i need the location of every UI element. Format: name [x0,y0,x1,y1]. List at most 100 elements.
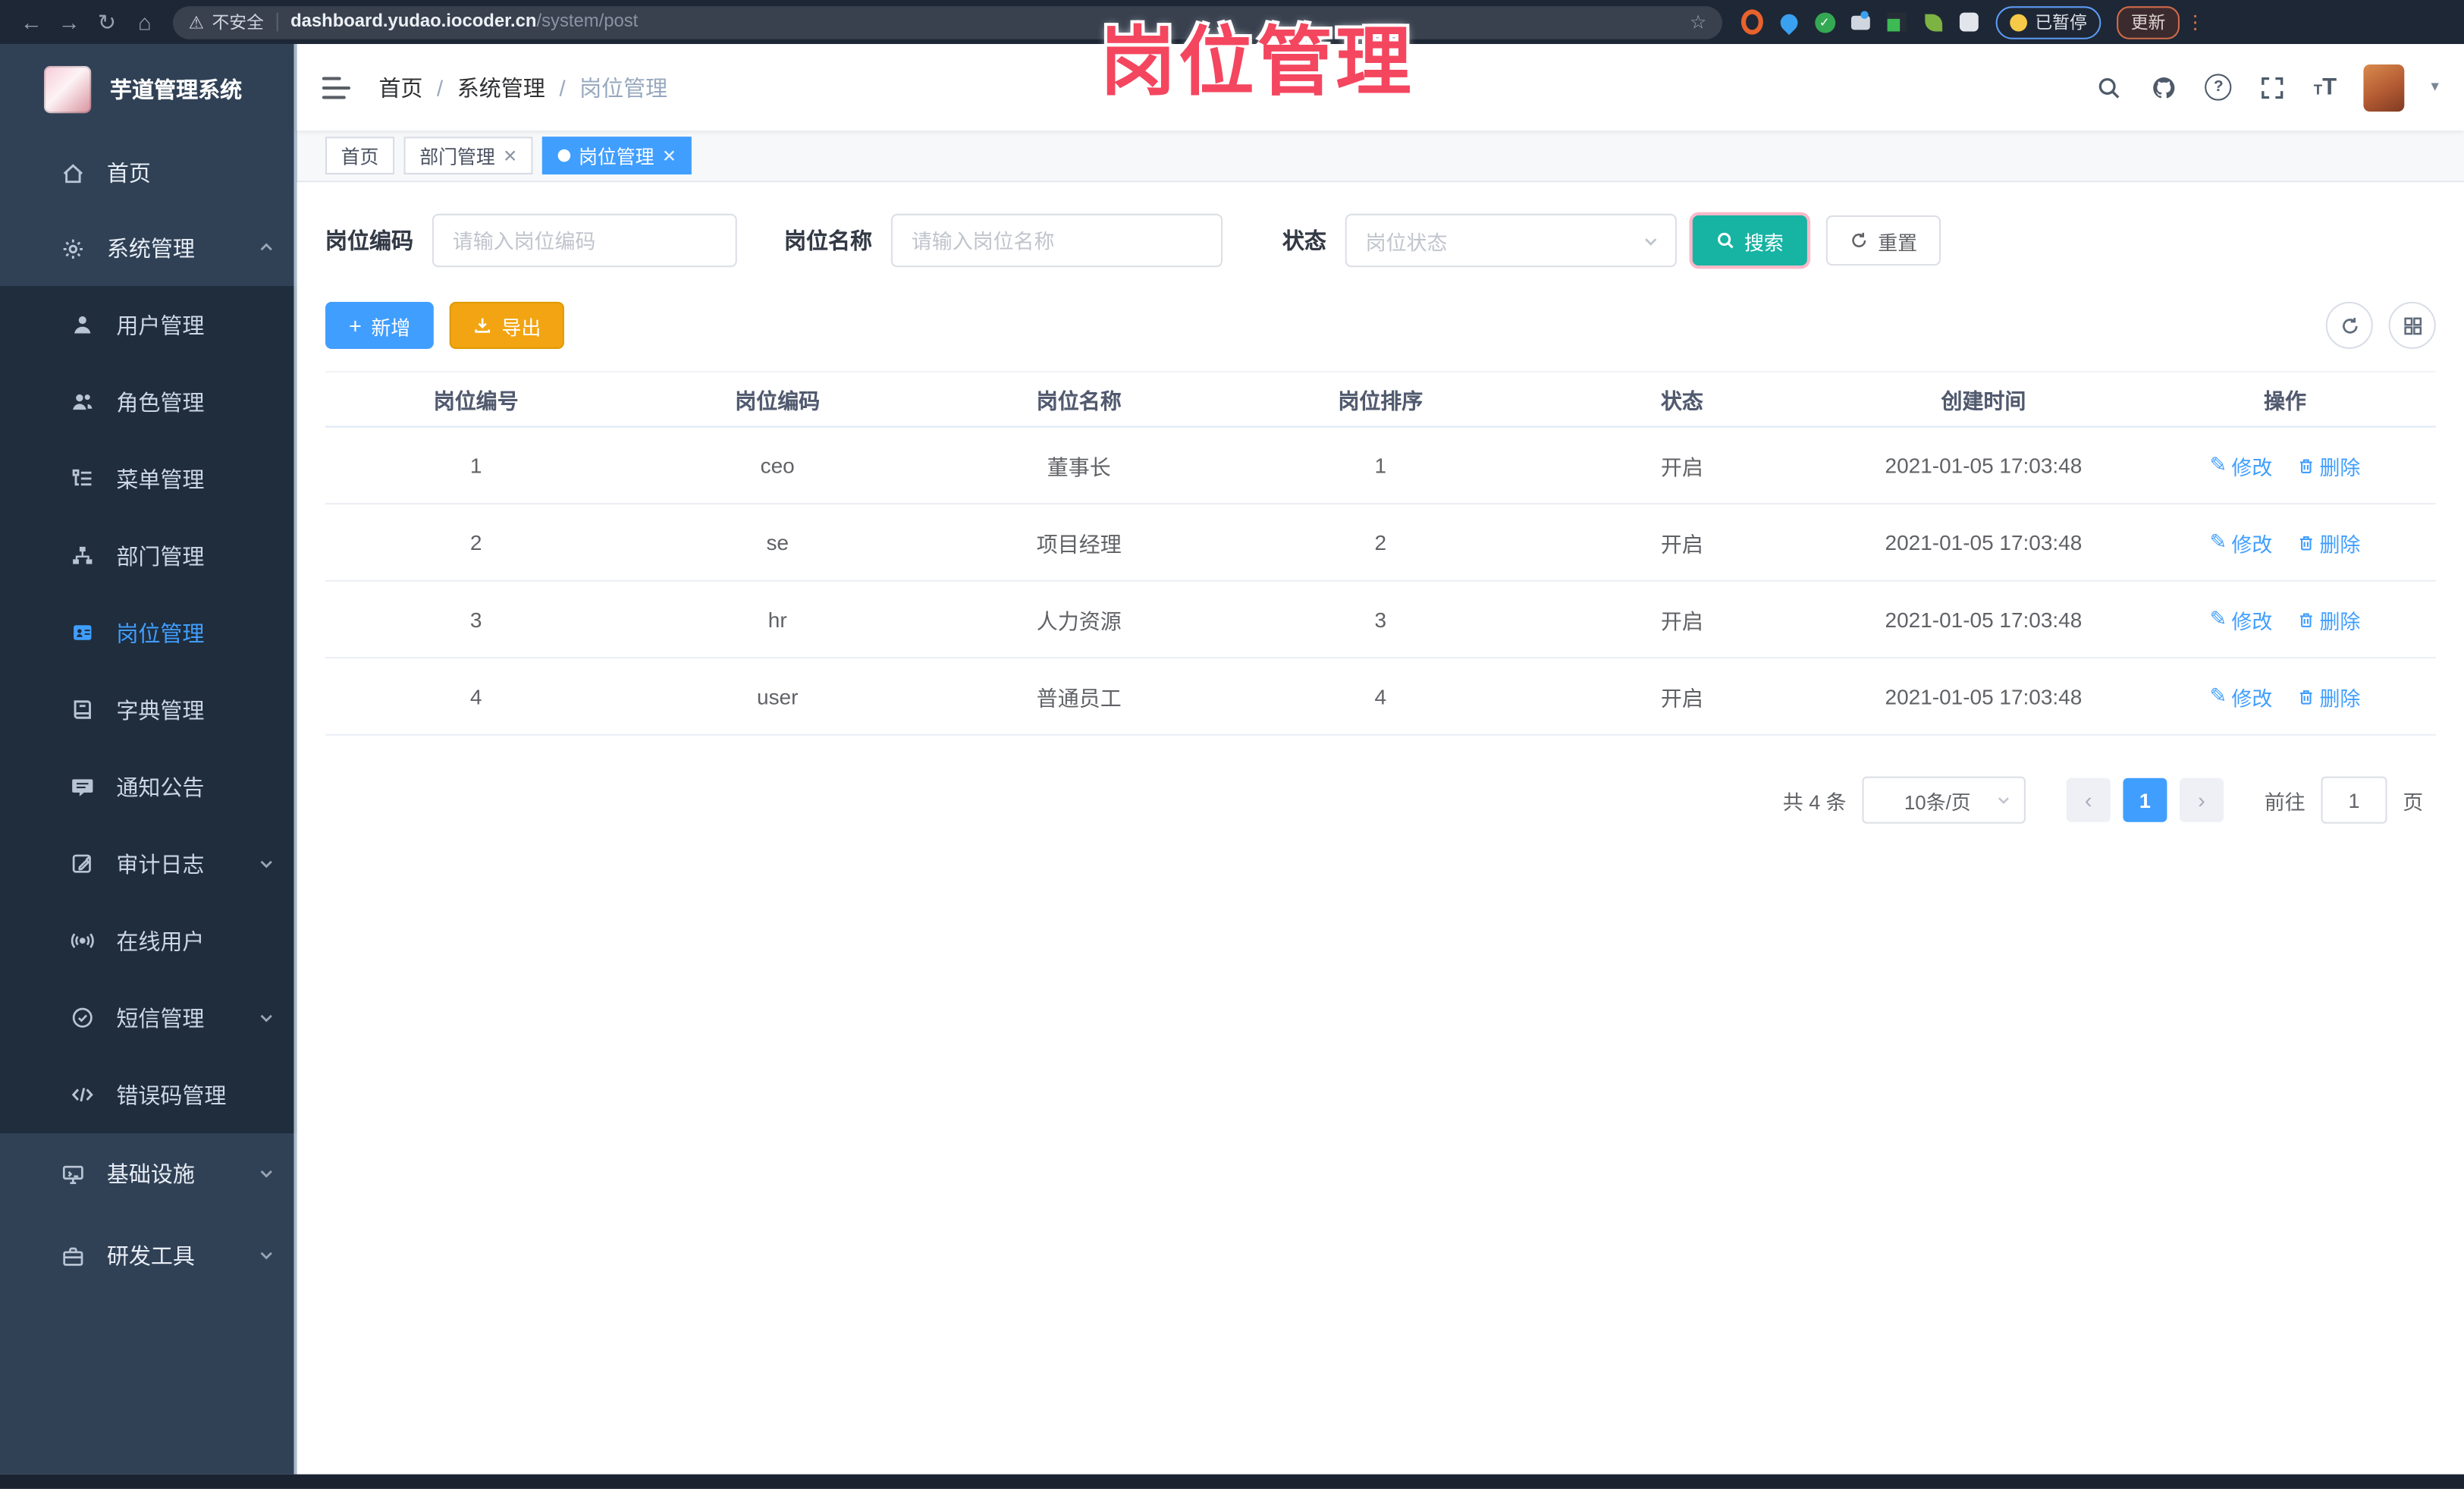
extension-tray-icon[interactable] [1850,10,1872,33]
page-unit-label: 页 [2403,790,2424,814]
online-icon [69,928,94,953]
close-icon[interactable]: ✕ [662,146,676,166]
fullscreen-icon[interactable] [2258,73,2287,101]
search-button[interactable]: 搜索 [1692,215,1807,266]
pagination: 共 4 条 10条/页 ‹ 1 › 前往 页 [325,776,2436,824]
grid-icon [2403,316,2422,335]
sidebar-item-home[interactable]: 首页 [0,135,297,210]
forward-icon[interactable]: → [50,0,88,44]
github-icon[interactable] [2150,73,2178,101]
edit-link[interactable]: ✎ 修改 [2210,527,2273,557]
home-icon [60,160,85,185]
extension-icons: ✓ [1740,9,1980,35]
sidebar-item-dict[interactable]: 字典管理 [0,671,297,749]
prev-page-button[interactable]: ‹ [2066,777,2111,822]
post-name-label: 岗位名称 [783,228,873,253]
page-size-select[interactable]: 10条/页 [1862,776,2026,824]
font-size-icon[interactable]: TT [2314,74,2337,100]
system-submenu: 用户管理 角色管理 菜单管理 部门管理 岗位管理 字典管理 通知公告 审计日志 … [0,286,297,1133]
bookmark-star-icon[interactable]: ☆ [1690,11,1706,33]
delete-link[interactable]: 删除 [2297,451,2360,480]
sidebar-item-devtools[interactable]: 研发工具 [0,1215,297,1297]
sidebar-item-auditlog[interactable]: 审计日志 [0,825,297,903]
chevron-up-icon [258,236,275,261]
next-page-button[interactable]: › [2179,777,2224,822]
browser-menu-icon[interactable]: ⋮ [2186,11,2205,33]
current-page-button[interactable]: 1 [2123,777,2167,822]
edit-icon: ✎ [2209,683,2227,708]
chevron-down-icon [258,1243,275,1268]
delete-link[interactable]: 删除 [2297,605,2360,634]
delete-link[interactable]: 删除 [2297,527,2360,557]
col-post-sort: 岗位排序 [1338,389,1423,413]
refresh-icon [1852,232,1866,247]
edit-icon: ✎ [2209,606,2227,630]
column-settings-button[interactable] [2388,301,2436,350]
sidebar-item-posts[interactable]: 岗位管理 [0,594,297,671]
breadcrumb-system[interactable]: 系统管理 [457,71,545,102]
trash-icon [2300,535,2312,550]
post-code-label: 岗位编码 [325,228,413,253]
status-select[interactable]: 岗位状态 [1345,213,1677,268]
sidebar-item-users[interactable]: 用户管理 [0,286,297,363]
extension-puzzle-icon[interactable] [1958,11,1980,33]
extension-gm-icon[interactable] [1886,11,1908,33]
sidebar-item-infrastructure[interactable]: 基础设施 [0,1133,297,1215]
sidebar-item-errorcode[interactable]: 错误码管理 [0,1056,297,1133]
extension-check-icon[interactable]: ✓ [1813,11,1835,33]
edit-link[interactable]: ✎ 修改 [2210,451,2273,480]
breadcrumb-current: 岗位管理 [579,74,668,100]
security-label: 不安全 [212,14,264,33]
goto-page-input[interactable] [2321,776,2387,824]
refresh-button[interactable] [2325,301,2373,350]
col-status: 状态 [1660,389,1703,413]
tab-home[interactable]: 首页 [325,137,395,175]
sidebar-item-notice[interactable]: 通知公告 [0,748,297,825]
post-name-input[interactable] [890,213,1223,268]
edit-link[interactable]: ✎ 修改 [2210,605,2273,634]
menu-list-icon [69,466,94,491]
tab-posts[interactable]: 岗位管理 ✕ [542,137,692,175]
hamburger-icon[interactable] [322,76,351,99]
chevron-down-icon[interactable]: ▾ [2431,79,2438,96]
extension-pin-icon[interactable] [1775,9,1801,35]
sidebar-item-menus[interactable]: 菜单管理 [0,440,297,517]
paused-badge[interactable]: 已暂停 [1995,5,2101,39]
avatar[interactable] [2363,63,2405,112]
home-icon[interactable]: ⌂ [126,0,164,44]
delete-link[interactable]: 删除 [2297,681,2360,711]
edit-link[interactable]: ✎ 修改 [2210,681,2273,711]
screen: ← → ↻ ⌂ ⚠ 不安全 dashboard.yudao.iocoder.cn… [0,0,2464,1489]
tools-icon [60,1243,85,1268]
search-icon[interactable] [2095,73,2123,101]
sidebar-item-online-users[interactable]: 在线用户 [0,902,297,979]
breadcrumb: 首页 / 系统管理 / 岗位管理 [378,71,667,102]
not-secure-warning-icon: ⚠ [188,13,205,33]
reset-button[interactable]: 重置 [1825,215,1941,266]
address-bar[interactable]: ⚠ 不安全 dashboard.yudao.iocoder.cn /system… [172,5,1723,39]
extension-leaf-icon[interactable] [1922,11,1944,33]
breadcrumb-home[interactable]: 首页 [378,71,422,102]
chevron-down-icon [1645,237,1657,245]
back-icon[interactable]: ← [13,0,51,44]
post-code-input[interactable] [432,213,737,268]
add-button[interactable]: + 新增 [325,301,435,350]
sidebar-item-sms[interactable]: 短信管理 [0,979,297,1057]
help-icon[interactable]: ? [2205,74,2232,101]
refresh-icon [2342,316,2357,333]
tags-view-bar: 首页 部门管理 ✕ 岗位管理 ✕ [297,130,2464,183]
sidebar-item-system[interactable]: 系统管理 [0,211,297,286]
tab-departments[interactable]: 部门管理 ✕ [403,137,533,175]
search-form: 岗位编码 岗位名称 状态 岗位状态 搜索 重置 [325,213,2436,268]
edit-icon: ✎ [2209,452,2227,476]
export-button[interactable]: 导出 [450,301,565,350]
sidebar-item-departments[interactable]: 部门管理 [0,517,297,595]
table-row: 4 user 普通员工 4 开启 2021-01-05 17:03:48 ✎ 修改… [325,658,2436,736]
reload-icon[interactable]: ↻ [88,0,126,44]
sidebar-item-roles[interactable]: 角色管理 [0,363,297,441]
extension-orange-icon[interactable] [1740,9,1763,35]
update-button[interactable]: 更新 [2117,5,2180,39]
close-icon[interactable]: ✕ [503,146,517,166]
plus-icon: + [349,313,362,338]
sidebar: 芋道管理系统 首页 系统管理 用户管理 角色管理 菜单管理 部门管理 岗位管理 … [0,44,297,1475]
